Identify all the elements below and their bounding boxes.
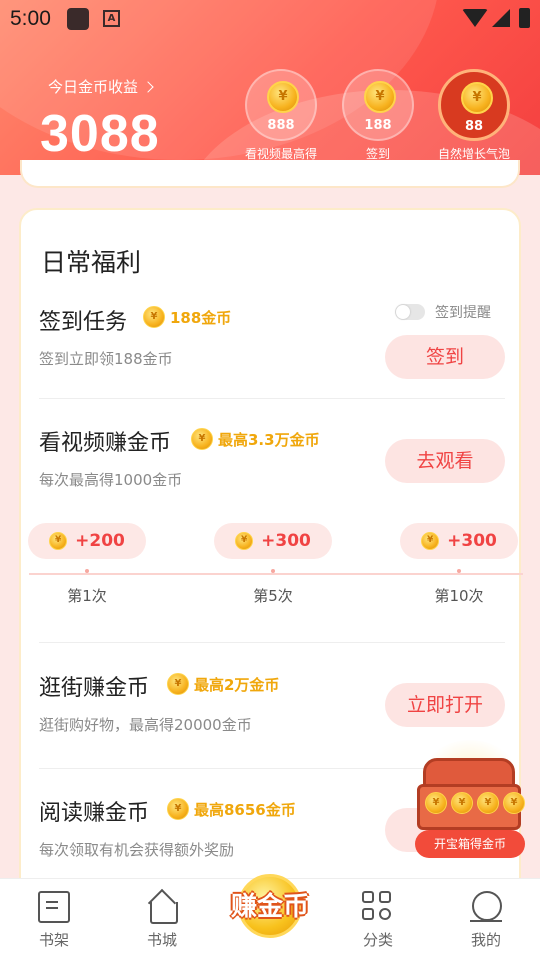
- today-earnings-value: 3088: [40, 105, 160, 163]
- toggle-switch[interactable]: [395, 304, 425, 320]
- card-title: 日常福利: [41, 248, 142, 277]
- milestone-label: 第1次: [67, 587, 107, 605]
- coin-icon: ¥: [425, 792, 447, 814]
- bubble-amount: 188: [364, 118, 392, 133]
- checkin-coin-bubble[interactable]: ¥ 188: [342, 69, 414, 141]
- task-reward: ¥ 最高8656金币: [167, 798, 296, 820]
- nav-item-earn-coins[interactable]: 赚金币: [222, 868, 318, 938]
- nav-item-category[interactable]: 分类: [338, 891, 418, 950]
- battery-icon: [519, 8, 530, 28]
- coin-icon: ¥: [167, 798, 189, 820]
- nav-item-bookshelf[interactable]: 书架: [14, 891, 94, 950]
- divider: [39, 398, 505, 399]
- milestone-amount: +300: [447, 531, 497, 551]
- checkin-button[interactable]: 签到: [385, 335, 505, 379]
- open-shopping-button[interactable]: 立即打开: [385, 683, 505, 727]
- task-reward-text: 188金币: [170, 308, 232, 327]
- toggle-label: 签到提醒: [435, 305, 491, 321]
- app-notification-icon: [67, 8, 89, 30]
- coin-icon: ¥: [191, 428, 213, 450]
- bookshelf-icon: [38, 891, 70, 923]
- chest-coins: ¥ ¥ ¥ ¥: [425, 792, 525, 814]
- nav-label: 书架: [38, 931, 69, 949]
- task-name: 阅读赚金币: [39, 801, 150, 826]
- task-desc: 逛街购好物，最高得20000金币: [39, 716, 252, 734]
- category-grid-icon: [362, 891, 394, 923]
- a-notification-icon: A: [103, 10, 120, 27]
- task-reward-text: 最高2万金币: [194, 675, 280, 694]
- task-desc: 每次最高得1000金币: [39, 471, 183, 489]
- task-desc: 每次领取有机会获得额外奖励: [39, 841, 235, 859]
- checkin-reminder-toggle[interactable]: 签到提醒: [395, 302, 505, 322]
- today-earnings-link[interactable]: 今日金币收益: [48, 76, 154, 97]
- profile-icon: [470, 891, 502, 923]
- nav-item-bookstore[interactable]: 书城: [122, 891, 202, 950]
- coin-icon: ¥: [49, 532, 68, 550]
- header-banner: 5:00 A 今日金币收益 3088 ¥ 888 看视频最高得 ¥ 188 签到…: [0, 0, 540, 175]
- nav-label: 我的: [470, 931, 501, 949]
- watch-video-button[interactable]: 去观看: [385, 439, 505, 483]
- task-name: 看视频赚金币: [39, 431, 172, 456]
- coin-icon: ¥: [364, 81, 396, 113]
- task-reward: ¥ 最高2万金币: [167, 673, 279, 695]
- bubble-caption: 自然增长气泡: [437, 147, 510, 161]
- status-time: 5:00: [10, 7, 51, 30]
- task-reward: ¥ 188金币: [143, 306, 231, 328]
- task-reward-text: 最高8656金币: [194, 800, 296, 819]
- nav-label: 书城: [146, 931, 177, 949]
- divider: [39, 642, 505, 643]
- task-shopping: 逛街赚金币 ¥ 最高2万金币 逛街购好物，最高得20000金币 立即打开: [39, 670, 505, 740]
- task-name: 签到任务: [39, 310, 128, 335]
- milestone-reward: ¥ +200: [28, 523, 146, 559]
- timeline-dot: [85, 569, 89, 573]
- earn-coins-label: 赚金币: [230, 892, 309, 922]
- previous-card-edge: [20, 160, 520, 188]
- milestone-label: 第5次: [253, 587, 293, 605]
- milestone-label: 第10次: [434, 587, 484, 605]
- milestone-amount: +300: [261, 531, 311, 551]
- today-earnings-label: 今日金币收益: [48, 78, 139, 96]
- coin-icon: ¥: [503, 792, 525, 814]
- timeline-dot: [271, 569, 275, 573]
- wifi-icon: [462, 9, 488, 27]
- growth-coin-bubble[interactable]: ¥ 88: [438, 69, 510, 141]
- signal-icon: [492, 9, 510, 27]
- coin-icon: ¥: [477, 792, 499, 814]
- home-icon: [146, 891, 178, 924]
- timeline-dot: [457, 569, 461, 573]
- chevron-right-icon: [142, 81, 154, 93]
- coin-icon: ¥: [461, 82, 493, 114]
- task-name: 逛街赚金币: [39, 676, 150, 701]
- milestone-reward: ¥ +300: [400, 523, 518, 559]
- task-video: 看视频赚金币 ¥ 最高3.3万金币 每次最高得1000金币 去观看: [39, 425, 505, 495]
- nav-item-profile[interactable]: 我的: [446, 891, 526, 950]
- coin-icon: ¥: [143, 306, 165, 328]
- video-coin-bubble[interactable]: ¥ 888: [245, 69, 317, 141]
- task-reward-text: 最高3.3万金币: [218, 430, 320, 449]
- task-checkin: 签到任务 ¥ 188金币 签到提醒 签到立即领188金币 签到: [39, 304, 505, 384]
- coin-icon: ¥: [421, 532, 440, 550]
- coin-icon: ¥: [267, 81, 299, 113]
- status-bar: 5:00 A: [0, 0, 540, 38]
- coin-icon: ¥: [235, 532, 254, 550]
- nav-label: 分类: [362, 931, 393, 949]
- bubble-amount: 888: [267, 118, 295, 133]
- milestone-reward: ¥ +300: [214, 523, 332, 559]
- coin-icon: ¥: [167, 673, 189, 695]
- coin-icon: ¥: [451, 792, 473, 814]
- treasure-label: 开宝箱得金币: [415, 830, 525, 858]
- bubble-amount: 88: [464, 119, 484, 134]
- milestone-amount: +200: [75, 531, 125, 551]
- treasure-chest-widget[interactable]: ¥ ¥ ¥ ¥ 开宝箱得金币: [405, 740, 535, 862]
- task-reward: ¥ 最高3.3万金币: [191, 428, 320, 450]
- milestone-timeline: [29, 573, 523, 575]
- task-desc: 签到立即领188金币: [39, 350, 173, 368]
